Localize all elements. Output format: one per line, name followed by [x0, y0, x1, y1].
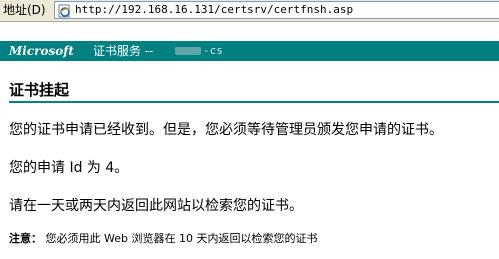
note-label: 注意：	[9, 232, 42, 245]
service-title: 证书服务 --	[93, 44, 154, 58]
redacted-block	[175, 47, 201, 55]
address-url: http://192.168.16.131/certsrv/certfnsh.a…	[75, 3, 354, 16]
return-instruction: 请在一天或两天内返回此网站以检索您的证书。	[9, 198, 303, 214]
ie-page-icon	[57, 3, 71, 18]
address-bar: 地址(D) http://192.168.16.131/certsrv/cert…	[0, 0, 499, 22]
note-text: 您必须用此 Web 浏览器在 10 天内返回以检索您的证书	[45, 232, 318, 245]
divider	[9, 101, 499, 103]
address-input[interactable]: http://192.168.16.131/certsrv/certfnsh.a…	[54, 1, 499, 19]
status-message: 您的证书申请已经收到。但是，您必须等待管理员颁发您申请的证书。	[9, 122, 443, 138]
page-title: 证书挂起	[9, 81, 70, 99]
service-banner: Microsoft 证书服务 -- -cs	[0, 41, 499, 61]
brand-name: Microsoft	[9, 44, 74, 58]
server-suffix: -cs	[203, 44, 223, 57]
address-label: 地址(D)	[3, 3, 46, 17]
server-name: -cs	[175, 44, 223, 58]
note: 注意： 您必须用此 Web 浏览器在 10 天内返回以检索您的证书	[9, 232, 317, 246]
request-id-message: 您的申请 Id 为 4。	[9, 160, 129, 176]
